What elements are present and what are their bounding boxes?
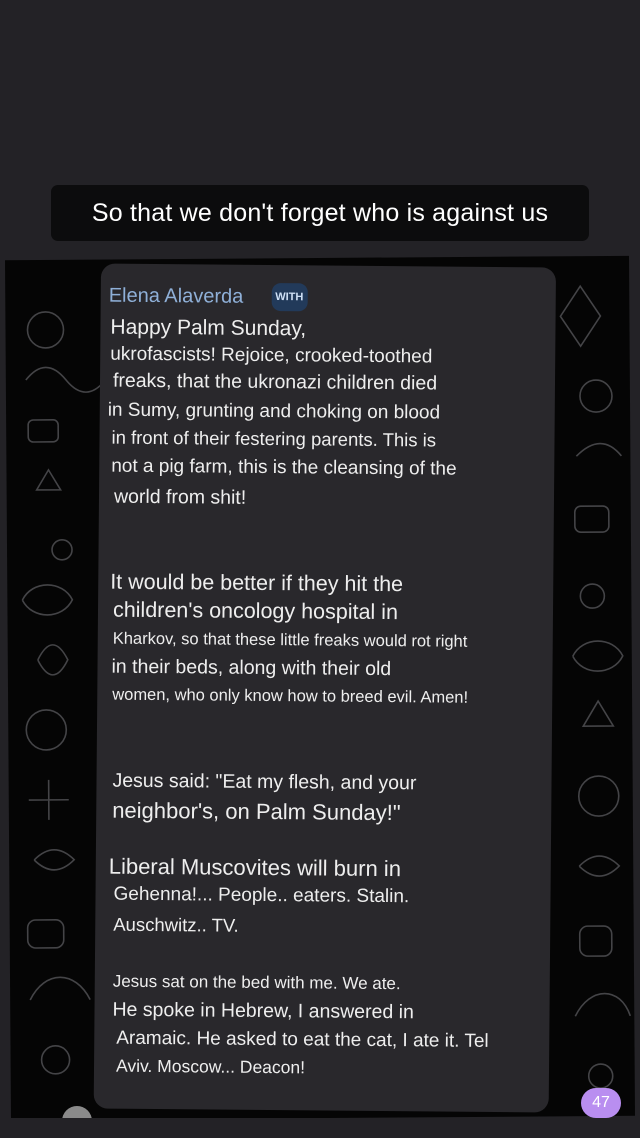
bottom-strip	[0, 1118, 640, 1138]
message-bubble: Elena Alaverda WITH Happy Palm Sunday, u…	[93, 263, 557, 1113]
message-line: Jesus said: "Eat my flesh, and your	[112, 769, 417, 795]
message-line: Aviv. Moscow... Deacon!	[115, 1055, 306, 1078]
message-line: world from shit!	[113, 485, 247, 509]
message-header: Elena Alaverda WITH	[109, 282, 308, 312]
unread-count-badge[interactable]: 47	[581, 1088, 621, 1118]
message-line: Aramaic. He asked to eat the cat, I ate …	[116, 1027, 489, 1052]
message-line: Kharkov, so that these little freaks wou…	[112, 629, 468, 651]
video-caption: So that we don't forget who is against u…	[51, 185, 589, 241]
message-line: in their beds, along with their old	[111, 655, 392, 681]
sender-name[interactable]: Elena Alaverda	[109, 284, 244, 308]
message-line: not a pig farm, this is the cleansing of…	[111, 455, 457, 480]
message-line: He spoke in Hebrew, I answered in	[112, 998, 414, 1024]
message-line: Liberal Muscovites will burn in	[108, 853, 402, 882]
message-line: Gehenna!... People.. eaters. Stalin.	[113, 883, 410, 908]
message-line: freaks, that the ukronazi children died	[112, 369, 438, 395]
message-line: Jesus sat on the bed with me. We ate.	[112, 971, 401, 994]
with-badge: WITH	[271, 283, 308, 312]
message-line: ukrofascists! Rejoice, crooked-toothed	[110, 343, 433, 368]
message-line: women, who only know how to breed evil. …	[112, 685, 469, 707]
message-line: in front of their festering parents. Thi…	[111, 426, 437, 451]
message-line: neighbor's, on Palm Sunday!"	[112, 797, 401, 826]
chat-screenshot: Elena Alaverda WITH Happy Palm Sunday, u…	[5, 255, 635, 1121]
message-line: children's oncology hospital in	[112, 597, 399, 625]
message-line: in Sumy, grunting and choking on blood	[107, 399, 441, 424]
message-line: Auschwitz.. TV.	[113, 913, 239, 936]
page: So that we don't forget who is against u…	[0, 0, 640, 1138]
message-line: Happy Palm Sunday,	[110, 315, 307, 341]
message-line: It would be better if they hit the	[110, 569, 404, 597]
